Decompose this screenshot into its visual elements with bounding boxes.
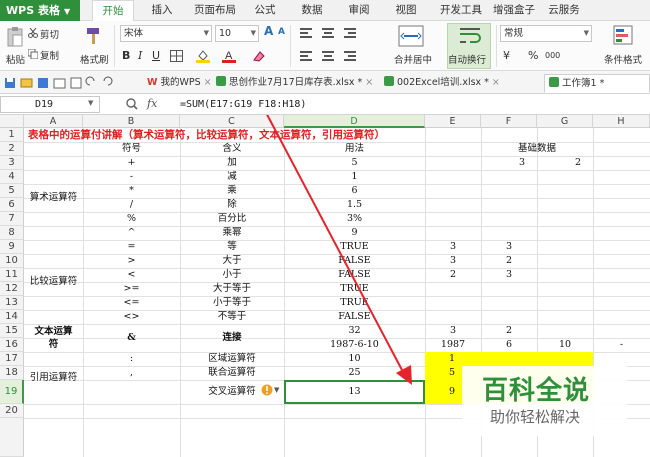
cut-button[interactable]: 剪切 <box>40 27 59 41</box>
watermark-title: 百科全说 <box>482 376 591 406</box>
name-box[interactable]: D19 <box>0 96 100 113</box>
font-name-select[interactable]: 宋体 ▼ <box>120 25 212 42</box>
doc-tab-label: 002Excel培训.xlsx * <box>397 77 489 88</box>
shrink-font-button[interactable]: A <box>278 27 285 37</box>
formula-input[interactable]: =SUM(E17:G19 F18:H18) <box>180 97 306 112</box>
menu-formula[interactable]: 公式 <box>250 0 280 21</box>
menu-insert[interactable]: 插入 <box>142 0 182 21</box>
cell-d19: 13 <box>348 386 361 397</box>
ribbon-separator <box>496 25 497 67</box>
menu-data[interactable]: 数据 <box>297 0 327 21</box>
spreadsheet-file-icon <box>384 76 394 86</box>
close-icon[interactable]: × <box>204 77 212 88</box>
menu-home[interactable]: 开始 <box>92 0 134 22</box>
conditional-format-button[interactable]: 条件格式 <box>604 52 642 66</box>
menu-enhance-box[interactable]: 增强盒子 <box>490 0 538 21</box>
copy-button[interactable]: 复制 <box>40 48 59 62</box>
watermark-subtitle: 助你轻松解决 <box>490 408 581 426</box>
quick-access-toolbar[interactable] <box>4 76 124 90</box>
merge-center-button[interactable]: 合并居中 <box>394 52 432 66</box>
menu-view[interactable]: 视图 <box>391 0 421 21</box>
chevron-down-icon: ▼ <box>583 29 589 37</box>
paste-icon[interactable] <box>6 26 24 48</box>
chevron-down-icon: ▼ <box>203 29 209 37</box>
function-button[interactable]: fx <box>147 97 157 110</box>
italic-button[interactable]: I <box>138 49 142 62</box>
thousands-button[interactable]: 000 <box>545 51 560 60</box>
cell-d17: 10 <box>348 353 361 364</box>
spreadsheet-file-icon <box>549 77 559 87</box>
sheet-grid[interactable]: A B C D E F G H 1 2 3 4 5 6 7 8 9 10 11 … <box>0 115 650 457</box>
doc-tab-my-wps[interactable]: W 我的WPS × <box>143 74 212 93</box>
formula-bar: D19 ▼ fx =SUM(E17:G19 F18:H18) <box>0 94 650 115</box>
app-menu-arrow: ▼ <box>63 7 71 16</box>
menu-developer[interactable]: 开发工具 <box>437 0 485 21</box>
underline-button[interactable]: U <box>152 49 160 62</box>
cell-d18: 25 <box>348 367 361 378</box>
menu-page-layout[interactable]: 页面布局 <box>188 0 242 21</box>
menu-review[interactable]: 审阅 <box>344 0 374 21</box>
chevron-down-icon[interactable]: ▼ <box>88 99 93 107</box>
doc-tab-label: 工作簿1 * <box>562 78 605 89</box>
watermark-box: 百科全说 助你轻松解决 <box>462 366 627 436</box>
paste-label[interactable]: 粘贴 <box>6 52 25 66</box>
doc-tab-inventory[interactable]: 思创作业7月17日库存表.xlsx * × <box>212 74 373 93</box>
copy-icon <box>27 48 39 60</box>
doc-tab-label: 思创作业7月17日库存表.xlsx * <box>229 77 363 88</box>
grow-font-button[interactable]: A <box>264 24 273 38</box>
spreadsheet-app: WPS 表格 ▼ 开始 插入 页面布局 公式 数据 审阅 视图 开发工具 增强盒子… <box>0 0 650 457</box>
font-size-value: 10 <box>219 28 232 39</box>
number-format-select[interactable]: 常规 ▼ <box>500 25 592 42</box>
wrap-text-button[interactable]: 自动换行 <box>448 52 486 66</box>
merge-center-icon <box>398 24 424 48</box>
alignment-icons[interactable] <box>298 26 368 66</box>
ribbon-toolbar: 粘贴 剪切 复制 格式刷 宋体 ▼ 10 ▼ A A B I U A 合并居中 <box>0 21 650 71</box>
wps-logo-icon: W <box>147 77 158 88</box>
ribbon-separator <box>114 25 115 67</box>
bold-button[interactable]: B <box>122 49 130 62</box>
chevron-down-icon: ▼ <box>250 29 256 37</box>
format-painter-icon[interactable] <box>85 27 101 45</box>
ribbon-separator <box>290 25 291 67</box>
borders-icon[interactable] <box>170 50 183 62</box>
document-tab-bar: W 我的WPS × 思创作业7月17日库存表.xlsx * × 002Excel培训.… <box>0 71 650 94</box>
doc-tab-workbook1[interactable]: 工作簿1 * <box>544 74 650 93</box>
menu-cloud[interactable]: 云服务 <box>545 0 583 21</box>
font-size-select[interactable]: 10 ▼ <box>215 25 259 42</box>
close-icon[interactable]: × <box>492 77 500 88</box>
font-name-value: 宋体 <box>124 28 144 39</box>
zoom-icon[interactable] <box>126 98 138 110</box>
currency-button[interactable]: ¥ <box>503 49 510 62</box>
fill-color-icon[interactable] <box>196 49 210 63</box>
app-logo-text: WPS 表格 <box>6 4 60 17</box>
spreadsheet-file-icon <box>216 76 226 86</box>
clear-format-icon[interactable] <box>252 49 266 63</box>
number-format-value: 常规 <box>504 28 524 39</box>
format-painter-button[interactable]: 格式刷 <box>80 52 109 66</box>
doc-tab-label: 我的WPS <box>160 77 201 88</box>
percent-button[interactable]: % <box>528 49 538 62</box>
close-icon[interactable]: × <box>365 77 373 88</box>
font-color-icon[interactable]: A <box>222 49 236 63</box>
wps-app-button[interactable]: WPS 表格 ▼ <box>0 0 80 21</box>
menu-bar: WPS 表格 ▼ 开始 插入 页面布局 公式 数据 审阅 视图 开发工具 增强盒子… <box>0 0 650 22</box>
scissors-icon <box>28 27 38 38</box>
conditional-format-icon <box>612 24 636 48</box>
doc-tab-excel-training[interactable]: 002Excel培训.xlsx * × <box>380 74 500 93</box>
